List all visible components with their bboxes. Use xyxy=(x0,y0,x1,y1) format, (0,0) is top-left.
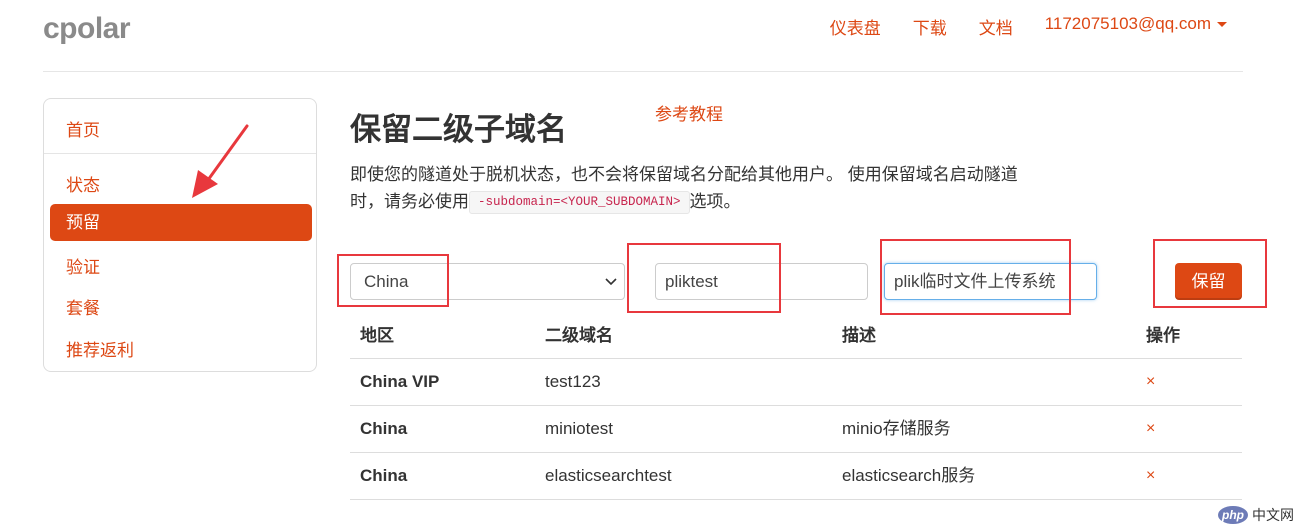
sidebar-item-home[interactable]: 首页 xyxy=(66,116,100,141)
sidebar-divider xyxy=(44,153,316,154)
header-description: 描述 xyxy=(842,326,876,345)
watermark: php 中文网 xyxy=(1218,505,1294,525)
region-select[interactable]: China xyxy=(350,263,625,300)
cell-description: minio存储服务 xyxy=(842,419,951,438)
table-row: China miniotest minio存储服务 × xyxy=(350,406,1242,453)
nav-download[interactable]: 下载 xyxy=(913,14,947,39)
description-line-1: 即使您的隧道处于脱机状态，也不会将保留域名分配给其他用户。 使用保留域名启动隧道 xyxy=(350,165,1018,184)
header-subdomain: 二级域名 xyxy=(545,326,613,345)
annotation-arrow-icon xyxy=(192,124,249,198)
chevron-down-icon xyxy=(605,278,617,286)
table-row: China VIP test123 × xyxy=(350,359,1242,406)
cell-region: China xyxy=(360,466,408,485)
watermark-text: 中文网 xyxy=(1252,507,1294,523)
nav-account-menu[interactable]: 1172075103@qq.com xyxy=(1045,14,1227,39)
table-row: China elasticsearchtest elasticsearch服务 … xyxy=(350,453,1242,500)
tutorial-link[interactable]: 参考教程 xyxy=(655,100,723,125)
header-divider xyxy=(43,71,1243,72)
description-line-2-end: 选项。 xyxy=(689,192,741,211)
sidebar-item-plans[interactable]: 套餐 xyxy=(66,294,100,319)
nav-dashboard[interactable]: 仪表盘 xyxy=(830,14,881,39)
region-selected-value: China xyxy=(364,272,409,291)
page-description: 即使您的隧道处于脱机状态，也不会将保留域名分配给其他用户。 使用保留域名启动隧道… xyxy=(350,161,1050,215)
table-header-row: 地区 二级域名 描述 操作 xyxy=(350,318,1242,359)
sidebar-item-reserved[interactable]: 预留 xyxy=(50,204,312,241)
delete-icon[interactable]: × xyxy=(1146,406,1155,452)
cell-subdomain: elasticsearchtest xyxy=(545,466,672,485)
cell-description: elasticsearch服务 xyxy=(842,466,976,485)
description-input[interactable]: plik临时文件上传系统 xyxy=(884,263,1097,300)
sidebar-item-referral[interactable]: 推荐返利 xyxy=(66,336,134,361)
cell-subdomain: test123 xyxy=(545,372,601,391)
subdomain-option-code: -subdomain=<YOUR_SUBDOMAIN> xyxy=(469,191,690,215)
description-line-2: 时，请务必使用 xyxy=(350,192,469,211)
cell-region: China xyxy=(360,419,408,438)
sidebar: 首页 状态 预留 验证 套餐 推荐返利 xyxy=(43,98,317,372)
watermark-logo: php xyxy=(1218,506,1248,524)
top-nav: 仪表盘 下载 文档 1172075103@qq.com xyxy=(830,14,1227,39)
reserve-button[interactable]: 保留 xyxy=(1175,263,1242,300)
nav-docs[interactable]: 文档 xyxy=(979,14,1013,39)
reserved-domains-table: 地区 二级域名 描述 操作 China VIP test123 × China … xyxy=(350,318,1242,500)
delete-icon[interactable]: × xyxy=(1146,359,1155,405)
sidebar-item-verify[interactable]: 验证 xyxy=(66,253,100,278)
brand-logo[interactable]: cpolar xyxy=(43,12,131,46)
account-email: 1172075103@qq.com xyxy=(1044,14,1211,33)
header-region: 地区 xyxy=(360,326,394,345)
cell-subdomain: miniotest xyxy=(545,419,614,438)
sidebar-item-status[interactable]: 状态 xyxy=(66,171,100,196)
caret-down-icon xyxy=(1217,22,1227,28)
subdomain-input[interactable]: pliktest xyxy=(655,263,868,300)
cell-region: China VIP xyxy=(360,372,440,391)
header-action: 操作 xyxy=(1146,326,1180,345)
page-title: 保留二级子域名 xyxy=(350,112,567,147)
delete-icon[interactable]: × xyxy=(1146,453,1155,499)
